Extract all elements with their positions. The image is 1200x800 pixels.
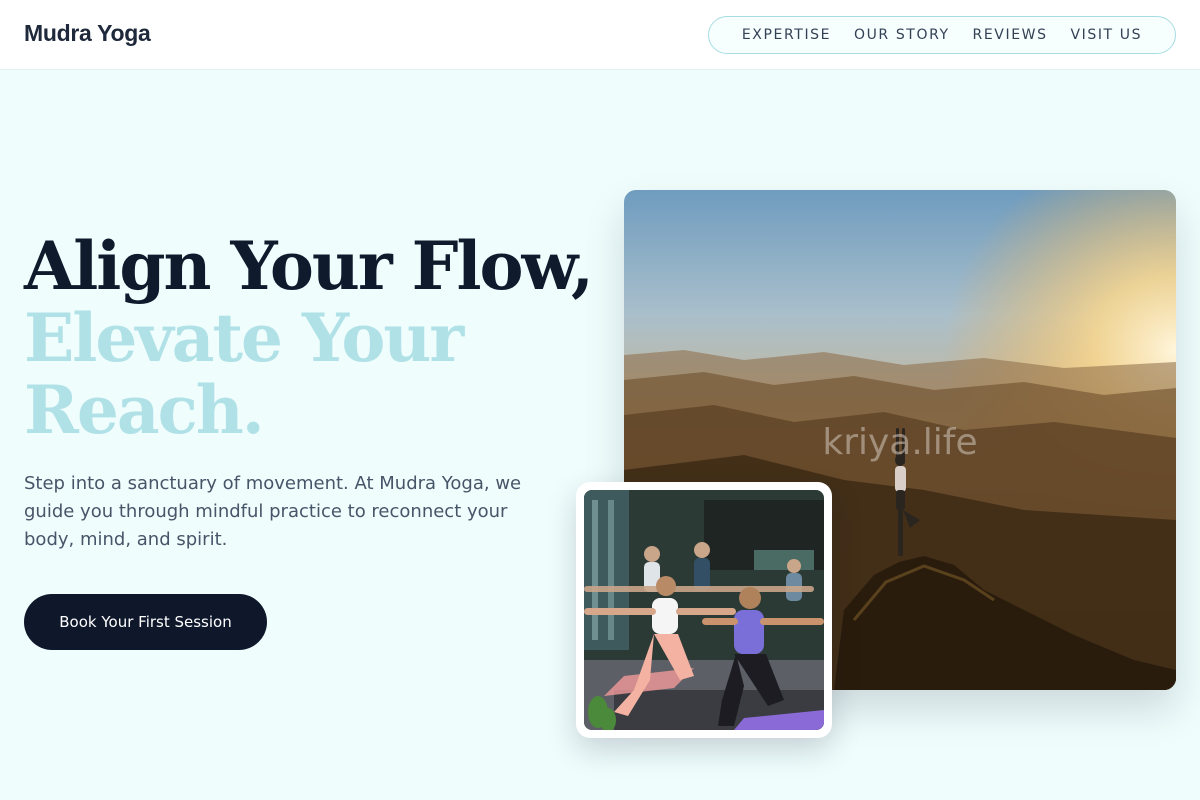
class-photo-card xyxy=(576,482,832,738)
nav-link-expertise[interactable]: EXPERTISE xyxy=(742,27,831,43)
yoga-class-photo xyxy=(584,490,824,730)
headline-line-primary: Align Your Flow, xyxy=(24,227,594,305)
hero-description: Step into a sanctuary of movement. At Mu… xyxy=(24,473,522,550)
nav-link-reviews[interactable]: REVIEWS xyxy=(973,27,1048,43)
book-session-button[interactable]: Book Your First Session xyxy=(24,594,267,650)
headline-line-accent: Elevate Your xyxy=(24,299,464,377)
main-nav: EXPERTISE OUR STORY REVIEWS VISIT US xyxy=(708,16,1176,54)
brand-logo[interactable]: Mudra Yoga xyxy=(24,20,151,47)
nav-link-visit-us[interactable]: VISIT US xyxy=(1070,27,1142,43)
site-header: Mudra Yoga EXPERTISE OUR STORY REVIEWS V… xyxy=(0,0,1200,70)
nav-link-our-story[interactable]: OUR STORY xyxy=(854,27,950,43)
hero-headline: Align Your Flow, Elevate Your Reach. xyxy=(24,227,594,449)
headline-line-accent-2: Reach. xyxy=(24,371,265,449)
watermark-text: kriya.life xyxy=(822,422,977,463)
